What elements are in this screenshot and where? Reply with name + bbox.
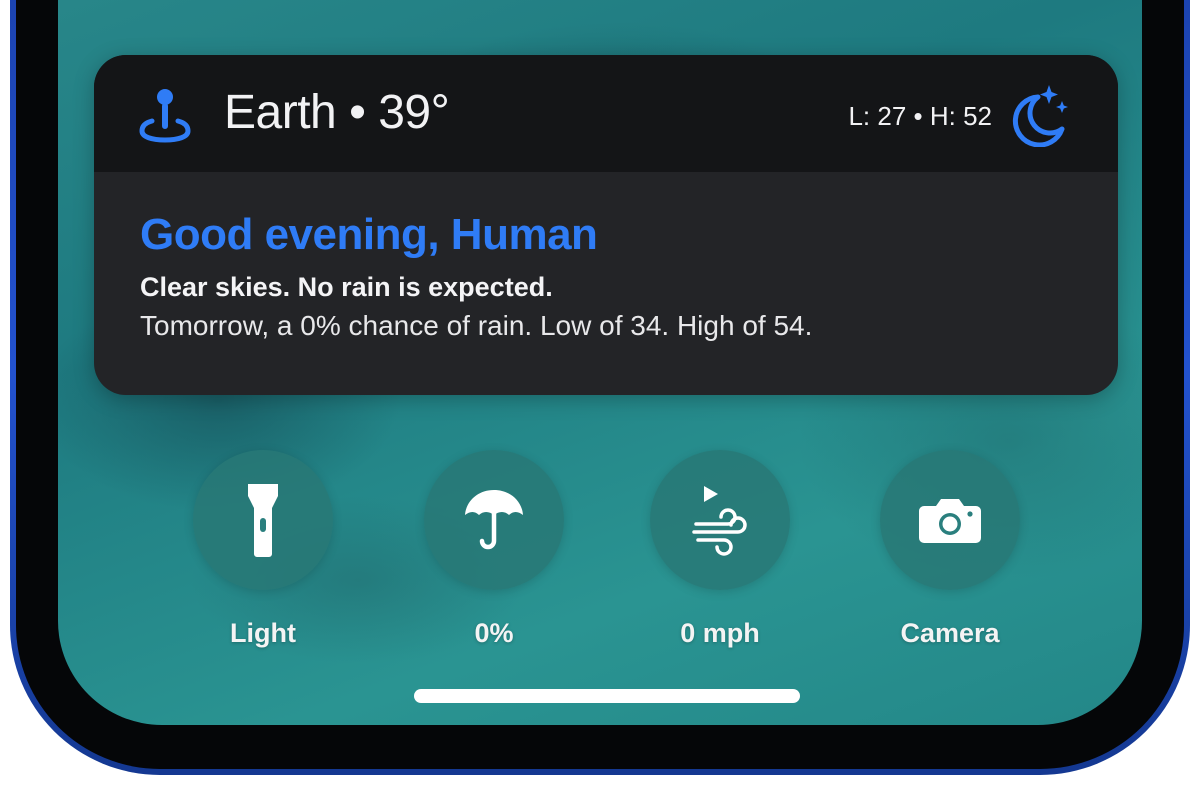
- home-indicator[interactable]: [414, 689, 800, 703]
- greeting-text: Good evening, Human: [140, 210, 598, 259]
- rain-chance-label: 0%: [474, 618, 514, 648]
- wind-speed-button[interactable]: [650, 450, 790, 590]
- weather-summary: Clear skies. No rain is expected.: [140, 272, 553, 302]
- umbrella-icon: [463, 487, 525, 553]
- weather-forecast: Tomorrow, a 0% chance of rain. Low of 34…: [140, 310, 813, 341]
- flashlight-button[interactable]: [193, 450, 333, 590]
- widget-body: Good evening, Human Clear skies. No rain…: [94, 172, 1118, 344]
- camera-icon: [918, 496, 982, 544]
- phone-bezel: Earth • 39° L: 27 • H: 52 Good evening, …: [16, 0, 1184, 769]
- location-temperature: Earth • 39°: [224, 86, 450, 139]
- moon-stars-icon: [1008, 83, 1070, 148]
- location-pin-icon: [138, 87, 192, 143]
- weather-widget[interactable]: Earth • 39° L: 27 • H: 52 Good evening, …: [94, 55, 1118, 395]
- rain-chance-button[interactable]: [424, 450, 564, 590]
- widget-header: Earth • 39° L: 27 • H: 52: [94, 55, 1118, 172]
- camera-label: Camera: [900, 618, 1000, 648]
- wind-icon: [690, 480, 750, 560]
- flashlight-label: Light: [230, 618, 296, 648]
- wind-speed-label: 0 mph: [680, 618, 760, 648]
- lock-screen: Earth • 39° L: 27 • H: 52 Good evening, …: [58, 0, 1142, 725]
- camera-button[interactable]: [880, 450, 1020, 590]
- flashlight-icon: [246, 482, 280, 558]
- phone-frame: Earth • 39° L: 27 • H: 52 Good evening, …: [10, 0, 1190, 775]
- low-high-temperature: L: 27 • H: 52: [848, 101, 992, 131]
